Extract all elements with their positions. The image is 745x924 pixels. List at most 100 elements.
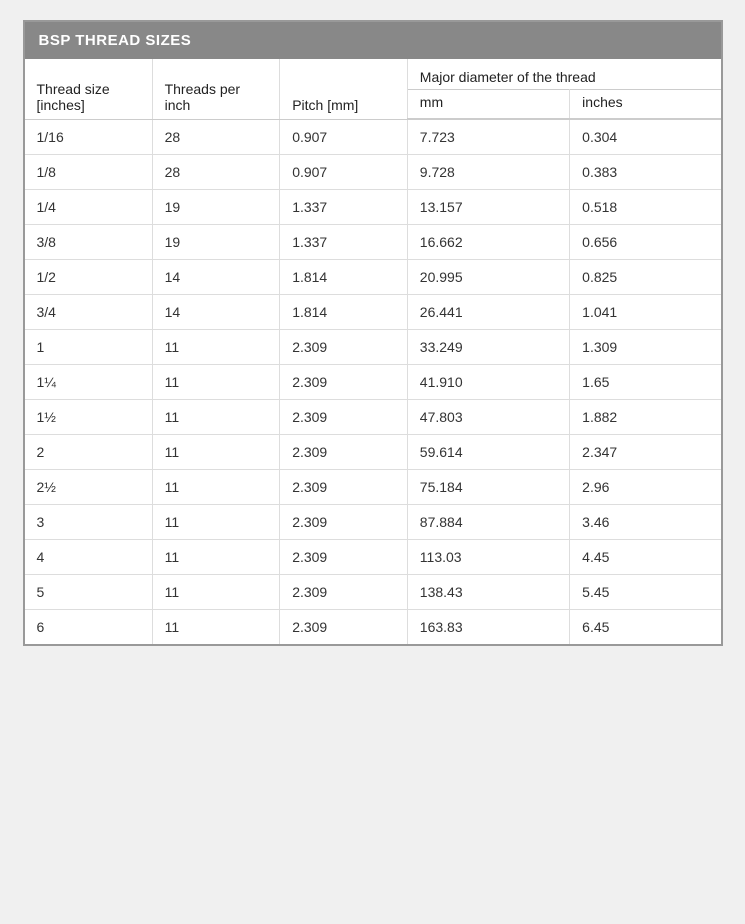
cell-tpi: 11 — [152, 435, 280, 470]
cell-inches: 0.383 — [570, 155, 721, 190]
cell-thread-size: 3/4 — [25, 295, 153, 330]
cell-tpi: 14 — [152, 260, 280, 295]
cell-inches: 5.45 — [570, 575, 721, 610]
table-row: 2½112.30975.1842.96 — [25, 470, 721, 505]
table-body: 1/16280.9077.7230.3041/8280.9079.7280.38… — [25, 119, 721, 644]
cell-thread-size: 1/4 — [25, 190, 153, 225]
cell-tpi: 11 — [152, 575, 280, 610]
cell-mm: 33.249 — [407, 330, 569, 365]
cell-mm: 9.728 — [407, 155, 569, 190]
cell-mm: 26.441 — [407, 295, 569, 330]
cell-thread-size: 3 — [25, 505, 153, 540]
cell-inches: 6.45 — [570, 610, 721, 645]
cell-thread-size: 1¼ — [25, 365, 153, 400]
cell-tpi: 11 — [152, 610, 280, 645]
cell-inches: 0.825 — [570, 260, 721, 295]
cell-tpi: 19 — [152, 190, 280, 225]
cell-mm: 20.995 — [407, 260, 569, 295]
bsp-thread-table-container: BSP THREAD SIZES Thread size [inches] Th… — [23, 20, 723, 646]
cell-thread-size: 5 — [25, 575, 153, 610]
table-row: 3112.30987.8843.46 — [25, 505, 721, 540]
cell-pitch: 2.309 — [280, 540, 408, 575]
cell-mm: 7.723 — [407, 119, 569, 155]
table-row: 6112.309163.836.45 — [25, 610, 721, 645]
table-row: 1½112.30947.8031.882 — [25, 400, 721, 435]
cell-mm: 41.910 — [407, 365, 569, 400]
cell-thread-size: 1/2 — [25, 260, 153, 295]
cell-inches: 2.347 — [570, 435, 721, 470]
cell-thread-size: 1/8 — [25, 155, 153, 190]
cell-thread-size: 1/16 — [25, 119, 153, 155]
cell-pitch: 1.337 — [280, 225, 408, 260]
cell-inches: 4.45 — [570, 540, 721, 575]
cell-tpi: 11 — [152, 330, 280, 365]
cell-pitch: 0.907 — [280, 119, 408, 155]
cell-inches: 0.304 — [570, 119, 721, 155]
col-header-tpi: Threads per inch — [152, 59, 280, 119]
cell-mm: 47.803 — [407, 400, 569, 435]
cell-tpi: 28 — [152, 155, 280, 190]
table-row: 1/4191.33713.1570.518 — [25, 190, 721, 225]
table-row: 1112.30933.2491.309 — [25, 330, 721, 365]
table-row: 4112.309113.034.45 — [25, 540, 721, 575]
cell-mm: 163.83 — [407, 610, 569, 645]
cell-mm: 113.03 — [407, 540, 569, 575]
table-row: 2112.30959.6142.347 — [25, 435, 721, 470]
table-row: 1/2141.81420.9950.825 — [25, 260, 721, 295]
cell-tpi: 28 — [152, 119, 280, 155]
cell-tpi: 19 — [152, 225, 280, 260]
cell-inches: 0.656 — [570, 225, 721, 260]
cell-tpi: 11 — [152, 505, 280, 540]
cell-mm: 59.614 — [407, 435, 569, 470]
cell-thread-size: 1½ — [25, 400, 153, 435]
col-subheader-inches: inches — [570, 90, 721, 120]
cell-mm: 75.184 — [407, 470, 569, 505]
cell-pitch: 2.309 — [280, 575, 408, 610]
cell-inches: 3.46 — [570, 505, 721, 540]
cell-pitch: 2.309 — [280, 470, 408, 505]
cell-inches: 1.882 — [570, 400, 721, 435]
cell-pitch: 1.814 — [280, 260, 408, 295]
col-header-pitch: Pitch [mm] — [280, 59, 408, 119]
table-row: 1/16280.9077.7230.304 — [25, 119, 721, 155]
cell-tpi: 14 — [152, 295, 280, 330]
cell-inches: 1.309 — [570, 330, 721, 365]
cell-mm: 13.157 — [407, 190, 569, 225]
cell-pitch: 1.337 — [280, 190, 408, 225]
table-row: 1¼112.30941.9101.65 — [25, 365, 721, 400]
cell-tpi: 11 — [152, 365, 280, 400]
cell-inches: 1.041 — [570, 295, 721, 330]
bsp-thread-table: Thread size [inches] Threads per inch Pi… — [25, 59, 721, 644]
cell-mm: 138.43 — [407, 575, 569, 610]
cell-thread-size: 2½ — [25, 470, 153, 505]
cell-mm: 16.662 — [407, 225, 569, 260]
cell-tpi: 11 — [152, 540, 280, 575]
cell-pitch: 2.309 — [280, 365, 408, 400]
cell-tpi: 11 — [152, 470, 280, 505]
cell-thread-size: 2 — [25, 435, 153, 470]
cell-pitch: 2.309 — [280, 505, 408, 540]
cell-inches: 2.96 — [570, 470, 721, 505]
cell-pitch: 1.814 — [280, 295, 408, 330]
col-subheader-mm: mm — [407, 90, 569, 120]
cell-pitch: 2.309 — [280, 400, 408, 435]
cell-thread-size: 1 — [25, 330, 153, 365]
cell-thread-size: 6 — [25, 610, 153, 645]
table-row: 3/8191.33716.6620.656 — [25, 225, 721, 260]
cell-pitch: 2.309 — [280, 330, 408, 365]
cell-tpi: 11 — [152, 400, 280, 435]
cell-pitch: 0.907 — [280, 155, 408, 190]
cell-pitch: 2.309 — [280, 435, 408, 470]
cell-thread-size: 4 — [25, 540, 153, 575]
cell-mm: 87.884 — [407, 505, 569, 540]
cell-inches: 0.518 — [570, 190, 721, 225]
col-header-major-diam: Major diameter of the thread — [407, 59, 720, 90]
table-row: 5112.309138.435.45 — [25, 575, 721, 610]
table-title: BSP THREAD SIZES — [25, 22, 721, 59]
cell-thread-size: 3/8 — [25, 225, 153, 260]
cell-pitch: 2.309 — [280, 610, 408, 645]
table-row: 1/8280.9079.7280.383 — [25, 155, 721, 190]
table-row: 3/4141.81426.4411.041 — [25, 295, 721, 330]
col-header-thread-size: Thread size [inches] — [25, 59, 153, 119]
cell-inches: 1.65 — [570, 365, 721, 400]
